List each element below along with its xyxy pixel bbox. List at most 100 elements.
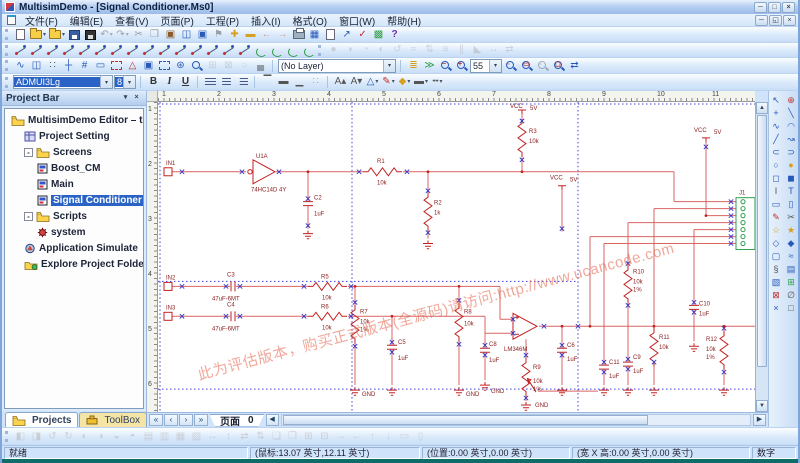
wire-tool-14-button[interactable] bbox=[221, 43, 236, 57]
bold-button[interactable]: B bbox=[146, 75, 161, 89]
align-center-button[interactable] bbox=[219, 75, 234, 89]
window-close-button[interactable]: × bbox=[782, 2, 795, 13]
shade-4-button[interactable]: ◓ bbox=[125, 430, 140, 444]
tree-item-screens[interactable]: -Screens bbox=[5, 144, 143, 160]
menu-v[interactable]: 查看(V) bbox=[109, 13, 154, 28]
capacitor-c10[interactable] bbox=[689, 305, 699, 309]
rounded-rect-button[interactable]: ▢ bbox=[769, 250, 783, 262]
swap-h-button[interactable]: ⇄ bbox=[237, 430, 252, 444]
hatch-2-button[interactable]: ▧ bbox=[769, 276, 783, 288]
mdi-restore-button[interactable]: ◱ bbox=[769, 15, 782, 26]
tree-expander[interactable]: - bbox=[24, 212, 33, 221]
resistor-r5[interactable] bbox=[308, 282, 347, 290]
tree-item-main[interactable]: Main bbox=[5, 176, 143, 192]
wire-tool-3-button[interactable] bbox=[45, 43, 60, 57]
resistor-r3[interactable] bbox=[518, 118, 526, 157]
save-all-button[interactable] bbox=[83, 28, 98, 42]
inspect-tool-button[interactable] bbox=[189, 59, 204, 73]
line-tool-button[interactable]: ╲ bbox=[784, 107, 798, 119]
export-button[interactable]: ↗ bbox=[339, 28, 354, 42]
opamp-lm346[interactable] bbox=[513, 313, 537, 339]
ungroup-button[interactable]: ❐ bbox=[285, 430, 300, 444]
menu-i[interactable]: 插入(I) bbox=[245, 13, 286, 28]
wire-tool-8-button[interactable] bbox=[125, 43, 140, 57]
wire-tool-7-button[interactable] bbox=[109, 43, 124, 57]
wire-tool-1-button[interactable] bbox=[13, 43, 28, 57]
align-right-edge-button[interactable]: ▦ bbox=[173, 430, 188, 444]
rotate-left-button[interactable]: ↺ bbox=[45, 430, 60, 444]
grid-dots-button[interactable]: ∷ bbox=[45, 59, 60, 73]
pencil-tool-button[interactable]: ✎ bbox=[769, 211, 783, 223]
layers-button[interactable]: ≣ bbox=[406, 59, 421, 73]
nudge-up-button[interactable]: ↑ bbox=[365, 430, 380, 444]
font-larger-button[interactable]: A▴ bbox=[333, 75, 348, 89]
component-tool-button[interactable]: ◫ bbox=[29, 59, 44, 73]
grid-table-button[interactable]: ▦ bbox=[307, 28, 322, 42]
blank-tool-button[interactable]: □ bbox=[784, 302, 798, 314]
menu-w[interactable]: 窗口(W) bbox=[333, 13, 381, 28]
resistor-r1[interactable] bbox=[363, 168, 402, 176]
align-left-edge-button[interactable]: ▤ bbox=[141, 430, 156, 444]
wire-tool-11-button[interactable] bbox=[173, 43, 188, 57]
pan-hand-button[interactable]: ○ bbox=[237, 59, 252, 73]
swap-v-button[interactable]: ⇅ bbox=[253, 430, 268, 444]
tree-item-system[interactable]: system bbox=[5, 224, 143, 240]
next-sheet-button[interactable]: › bbox=[179, 414, 193, 426]
tree-item-application-simulate[interactable]: Application Simulate bbox=[5, 240, 143, 256]
resistor-r6[interactable] bbox=[308, 312, 347, 320]
toolbar-grip[interactable] bbox=[5, 45, 9, 56]
wire-tool-6-button[interactable] bbox=[93, 43, 108, 57]
tree-expander[interactable]: - bbox=[24, 148, 33, 157]
connector-j1[interactable] bbox=[736, 198, 755, 250]
valign-middle-button[interactable]: ▬ bbox=[276, 75, 291, 89]
inverter-u1a[interactable] bbox=[253, 160, 275, 184]
wire-tool-15-button[interactable] bbox=[237, 43, 252, 57]
nav-back-button[interactable]: ← bbox=[259, 28, 274, 42]
vertical-scrollbar[interactable]: ▲ ▼ bbox=[755, 102, 768, 412]
sim-levels-button[interactable]: ≡ bbox=[438, 43, 453, 57]
bullets-button[interactable]: ∷ bbox=[308, 75, 323, 89]
sim-parallel-button[interactable]: ∥ bbox=[454, 43, 469, 57]
zoom-window-button[interactable]: ▫ bbox=[503, 59, 518, 73]
capacitor-c4[interactable] bbox=[231, 311, 235, 321]
panel-tab-projects[interactable]: Projects bbox=[5, 412, 78, 427]
nudge-left-button[interactable]: ← bbox=[349, 430, 364, 444]
capacitor-c3[interactable] bbox=[231, 281, 235, 291]
area-select-red-button[interactable] bbox=[109, 59, 124, 73]
port-in3[interactable] bbox=[164, 312, 172, 320]
wave-tool-button[interactable]: ≈ bbox=[784, 250, 798, 262]
nav-forward-button[interactable]: → bbox=[275, 28, 290, 42]
wire-tool-10-button[interactable] bbox=[157, 43, 172, 57]
zoom-out-button[interactable]: − bbox=[438, 59, 453, 73]
text-tool-button[interactable]: T bbox=[784, 185, 798, 197]
open-button[interactable]: ▾ bbox=[29, 28, 47, 42]
plot-tool-button[interactable]: ∿ bbox=[13, 59, 28, 73]
triangle-tool-button[interactable]: △ bbox=[125, 59, 140, 73]
resistor-r12[interactable] bbox=[720, 331, 728, 370]
curve-tool-2-button[interactable] bbox=[269, 43, 284, 57]
redo-button[interactable]: ↷▾ bbox=[115, 28, 130, 42]
sim-exchange-button[interactable]: ⇄ bbox=[502, 43, 517, 57]
toolbar-grip[interactable] bbox=[5, 60, 9, 71]
image-tool-button[interactable]: ⊠ bbox=[769, 289, 783, 301]
curve-tool-1-button[interactable] bbox=[253, 43, 268, 57]
dash-box-button[interactable] bbox=[157, 59, 172, 73]
label-box-button[interactable]: ▭ bbox=[769, 198, 783, 210]
vertical-scroll-thumb[interactable] bbox=[757, 115, 767, 367]
curve-tool-3-button[interactable] bbox=[285, 43, 300, 57]
line-width-button[interactable]: ▬▾ bbox=[413, 75, 429, 89]
sim-corner-button[interactable]: ◣ bbox=[470, 43, 485, 57]
font-combo[interactable]: ADMUI3Lg▾ bbox=[13, 75, 113, 89]
wire-tool-12-button[interactable] bbox=[189, 43, 204, 57]
sim-pause-button[interactable]: ◑ bbox=[342, 43, 357, 57]
capture-button[interactable]: ▣ bbox=[195, 28, 210, 42]
paste-button[interactable]: ▣ bbox=[163, 28, 178, 42]
send-back-button[interactable]: ⊟ bbox=[317, 430, 332, 444]
sim-reset-button[interactable]: ↺ bbox=[390, 43, 405, 57]
previous-sheet-button[interactable]: ‹ bbox=[164, 414, 178, 426]
note-box-button[interactable]: ▯ bbox=[784, 198, 798, 210]
tree-item-boost-cm[interactable]: Boost_CM bbox=[5, 160, 143, 176]
open-project-button[interactable]: ▾ bbox=[48, 28, 66, 42]
spell-check-button[interactable]: ✓ bbox=[355, 28, 370, 42]
align-center-h-button[interactable]: ▥ bbox=[157, 430, 172, 444]
